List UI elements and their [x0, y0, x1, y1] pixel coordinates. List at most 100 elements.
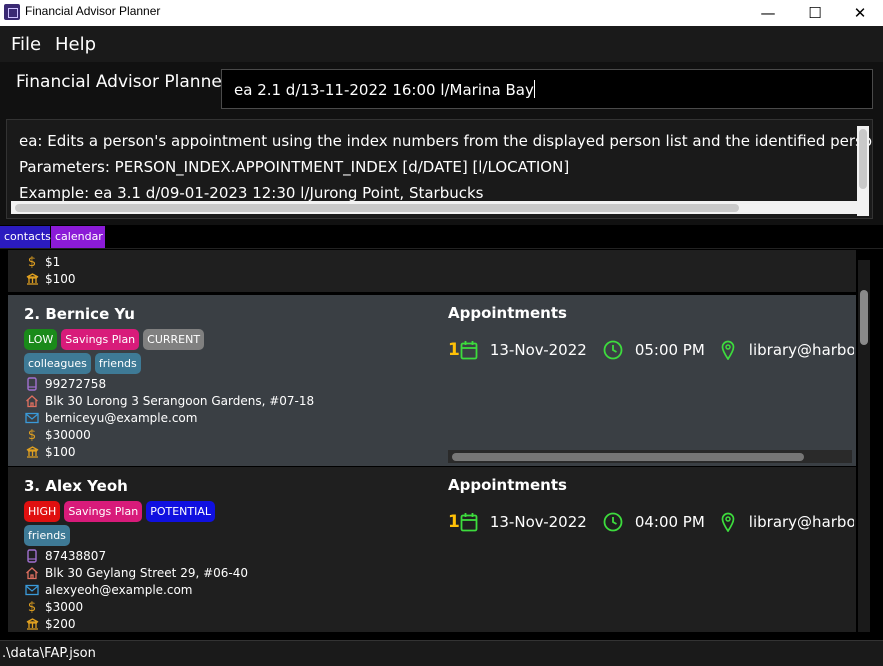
person-card-partial[interactable]: $ $1 $100 — [8, 250, 856, 292]
status-bar: .\data\FAP.json — [0, 640, 883, 666]
appointment-index: 1 — [448, 512, 460, 532]
person-list[interactable]: $ $1 $100 2. Bernice Yu LOW Savings Plan… — [0, 250, 883, 632]
home-icon — [25, 566, 39, 580]
location-pin-icon — [721, 512, 735, 532]
address-row: Blk 30 Geylang Street 29, #06-40 — [25, 566, 248, 580]
location-pin-icon — [721, 340, 735, 360]
bank-icon — [25, 272, 39, 286]
command-area: Financial Advisor Planner ea 2.1 d/13-11… — [0, 62, 883, 115]
scroll-thumb[interactable] — [15, 204, 739, 212]
premium-value: $200 — [45, 617, 76, 631]
menu-file[interactable]: File — [11, 34, 41, 55]
command-input-value: ea 2.1 d/13-11-2022 16:00 l/Marina Bay — [234, 81, 534, 99]
app-logo-icon — [4, 4, 20, 20]
address-row: Blk 30 Lorong 3 Serangoon Gardens, #07-1… — [25, 394, 314, 408]
data-file-path: .\data\FAP.json — [2, 646, 96, 661]
email-value: alexyeoh@example.com — [45, 583, 193, 597]
email-icon — [25, 583, 39, 597]
phone-value: 99272758 — [45, 377, 107, 391]
appointment-row: 1 13-Nov-2022 04:00 PM library@harbourfr… — [448, 510, 854, 534]
appointment-location: library@harbourfront — [748, 513, 854, 531]
appointments-title: Appointments — [448, 476, 567, 494]
income-value: $3000 — [45, 600, 84, 614]
result-vertical-scrollbar[interactable] — [857, 126, 869, 216]
result-display-area: ea: Edits a person's appointment using t… — [0, 115, 883, 225]
risk-tag: HIGH — [24, 501, 61, 522]
maximize-button[interactable]: ☐ — [792, 0, 838, 26]
tab-contacts[interactable]: contacts — [0, 226, 51, 248]
risk-tag: LOW — [24, 329, 58, 350]
appointments-horizontal-scrollbar[interactable] — [448, 450, 852, 463]
appointment-index: 1 — [448, 340, 460, 360]
income-row: $ $1 — [25, 255, 60, 269]
scroll-thumb[interactable] — [859, 129, 867, 189]
person-name: 3. Alex Yeoh — [24, 477, 128, 495]
menu-bar: File Help — [0, 26, 883, 62]
result-display[interactable]: ea: Edits a person's appointment using t… — [6, 119, 873, 219]
command-input[interactable]: ea 2.1 d/13-11-2022 16:00 l/Marina Bay — [221, 69, 873, 109]
phone-icon — [25, 377, 39, 391]
menu-help[interactable]: Help — [55, 34, 96, 55]
plan-tag: Savings Plan — [64, 501, 143, 522]
tag-row-1: HIGH Savings Plan POTENTIAL — [24, 501, 215, 522]
email-value: berniceyu@example.com — [45, 411, 198, 425]
calendar-icon — [460, 512, 478, 532]
result-line-2: Parameters: PERSON_INDEX.APPOINTMENT_IND… — [19, 158, 570, 176]
tag-row-2: friends — [24, 525, 70, 546]
income-row: $ $3000 — [25, 600, 83, 614]
dollar-icon: $ — [27, 427, 37, 443]
result-horizontal-scrollbar[interactable] — [11, 201, 857, 214]
window-title: Financial Advisor Planner — [25, 4, 161, 18]
premium-row: $200 — [25, 617, 76, 631]
plan-tag: Savings Plan — [61, 329, 140, 350]
phone-row: 87438807 — [25, 549, 106, 563]
bank-icon — [25, 445, 39, 459]
result-line-3: Example: ea 3.1 d/09-01-2023 12:30 l/Jur… — [19, 184, 484, 202]
phone-row: 99272758 — [25, 377, 106, 391]
premium-row: $100 — [25, 272, 76, 286]
scroll-thumb[interactable] — [860, 290, 868, 345]
phone-icon — [25, 549, 39, 563]
list-vertical-scrollbar[interactable] — [858, 260, 870, 632]
email-row: alexyeoh@example.com — [25, 583, 193, 597]
tag-row-1: LOW Savings Plan CURRENT — [24, 329, 205, 350]
client-status-tag: CURRENT — [143, 329, 205, 350]
appointments-title: Appointments — [448, 304, 567, 322]
income-value: $30000 — [45, 428, 91, 442]
appointment-location: library@harbourfront — [748, 341, 854, 359]
bank-icon — [25, 617, 39, 631]
scroll-thumb[interactable] — [452, 453, 804, 461]
email-icon — [25, 411, 39, 425]
appointment-time: 05:00 PM — [634, 341, 705, 359]
email-row: berniceyu@example.com — [25, 411, 197, 425]
clock-icon — [603, 340, 623, 360]
tag: friends — [94, 353, 141, 374]
income-row: $ $30000 — [25, 428, 91, 442]
text-caret — [533, 80, 535, 98]
person-card[interactable]: 2. Bernice Yu LOW Savings Plan CURRENT c… — [8, 295, 856, 466]
title-bar: Financial Advisor Planner — ☐ ✕ — [0, 0, 883, 26]
dollar-icon: $ — [27, 254, 37, 270]
income-value: $1 — [45, 255, 61, 269]
tag: friends — [24, 525, 70, 546]
address-value: Blk 30 Lorong 3 Serangoon Gardens, #07-1… — [45, 394, 315, 408]
tab-calendar[interactable]: calendar — [51, 226, 105, 248]
appointment-date: 13-Nov-2022 — [489, 513, 587, 531]
close-button[interactable]: ✕ — [837, 0, 883, 26]
address-value: Blk 30 Geylang Street 29, #06-40 — [45, 566, 249, 580]
appointment-time: 04:00 PM — [634, 513, 705, 531]
tab-strip: contacts calendar — [0, 225, 883, 249]
person-name: 2. Bernice Yu — [24, 305, 135, 323]
premium-value: $100 — [45, 272, 76, 286]
tag: colleagues — [24, 353, 91, 374]
minimize-button[interactable]: — — [745, 0, 791, 26]
appointment-row: 1 13-Nov-2022 05:00 PM library@harbourfr… — [448, 338, 854, 362]
result-line-1: ea: Edits a person's appointment using t… — [19, 132, 873, 150]
app-label: Financial Advisor Planner — [16, 72, 229, 92]
appointment-date: 13-Nov-2022 — [489, 341, 587, 359]
clock-icon — [603, 512, 623, 532]
premium-row: $100 — [25, 445, 76, 459]
premium-value: $100 — [45, 445, 76, 459]
phone-value: 87438807 — [45, 549, 107, 563]
person-card[interactable]: 3. Alex Yeoh HIGH Savings Plan POTENTIAL… — [8, 467, 856, 632]
